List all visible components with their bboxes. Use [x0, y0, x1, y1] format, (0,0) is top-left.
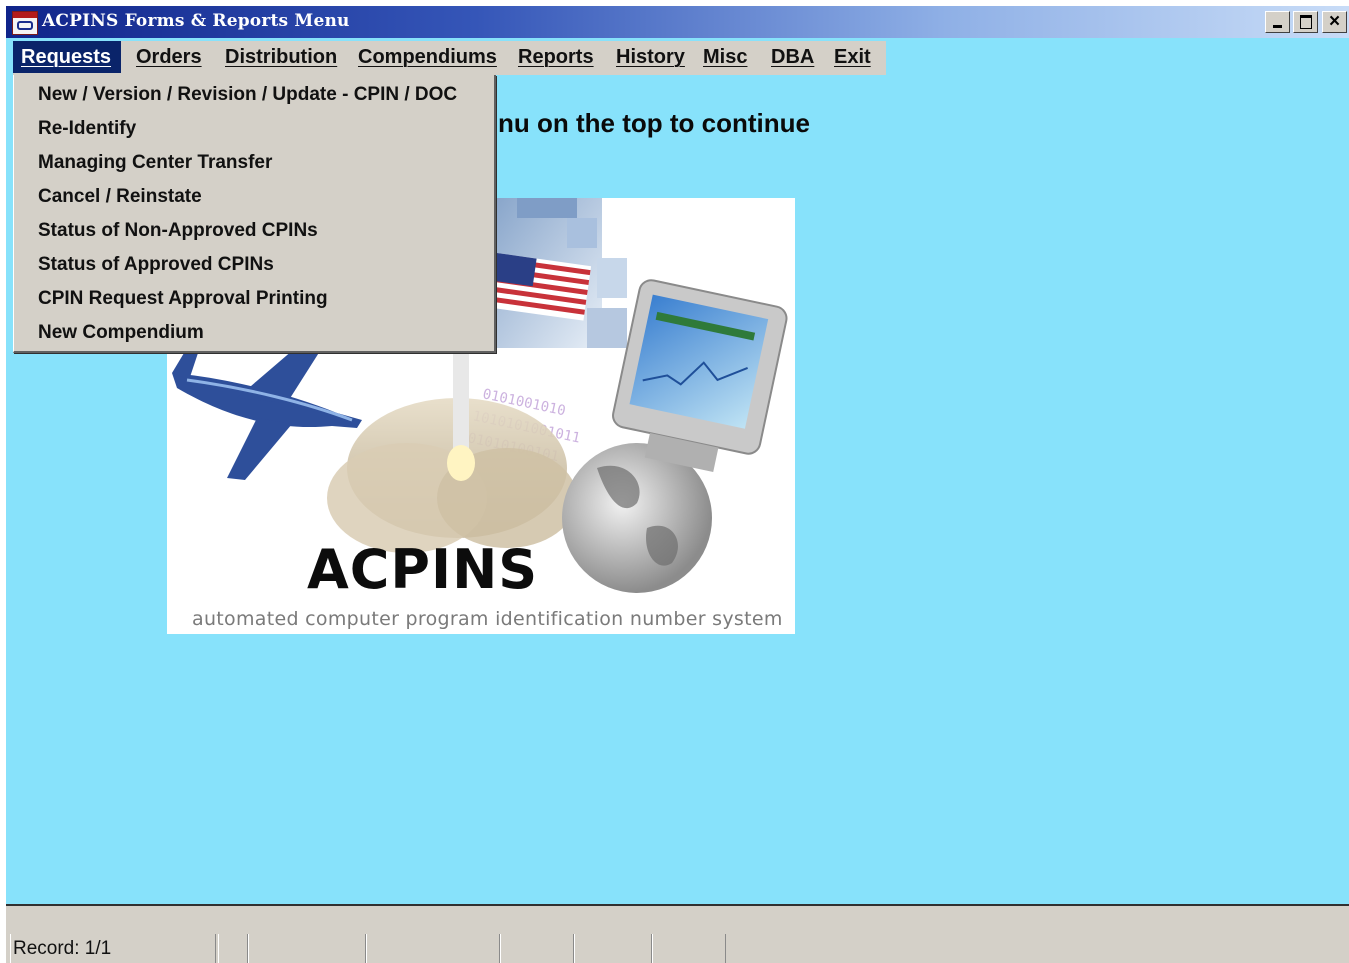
- maximize-button[interactable]: [1293, 11, 1318, 33]
- menu-option-new-compendium[interactable]: New Compendium: [38, 318, 204, 348]
- requests-dropdown-menu: New / Version / Revision / Update - CPIN…: [13, 75, 496, 353]
- status-cell: [574, 934, 652, 963]
- menu-distribution[interactable]: Distribution: [217, 41, 345, 73]
- menu-option-approval-printing[interactable]: CPIN Request Approval Printing: [38, 284, 328, 314]
- status-cell: [218, 934, 248, 963]
- minimize-button[interactable]: [1265, 11, 1290, 33]
- status-record: Record: 1/1: [10, 934, 216, 963]
- menu-requests[interactable]: Requests: [13, 41, 121, 73]
- menu-option-cancel-reinstate[interactable]: Cancel / Reinstate: [38, 182, 202, 212]
- logo-subtitle: automated computer program identificatio…: [192, 608, 783, 630]
- status-cell: [500, 934, 574, 963]
- close-button[interactable]: ×: [1322, 11, 1347, 33]
- status-cell: [366, 934, 500, 963]
- window-titlebar[interactable]: ACPINS Forms & Reports Menu ×: [6, 6, 1349, 38]
- menu-option-re-identify[interactable]: Re-Identify: [38, 114, 136, 144]
- instruction-message: nu on the top to continue: [498, 108, 810, 138]
- status-bar: Record: 1/1: [6, 934, 1349, 963]
- status-cell: [248, 934, 366, 963]
- status-cell: [652, 934, 726, 963]
- menu-option-managing-center-transfer[interactable]: Managing Center Transfer: [38, 148, 272, 178]
- window-title: ACPINS Forms & Reports Menu: [42, 11, 350, 31]
- menu-dba[interactable]: DBA: [763, 41, 822, 73]
- logo-title: ACPINS: [307, 538, 539, 601]
- menu-option-status-approved[interactable]: Status of Approved CPINs: [38, 250, 274, 280]
- menu-orders[interactable]: Orders: [128, 41, 210, 73]
- message-line: [6, 904, 1349, 934]
- menu-option-status-non-approved[interactable]: Status of Non-Approved CPINs: [38, 216, 318, 246]
- menu-misc[interactable]: Misc: [695, 41, 755, 73]
- app-icon[interactable]: [12, 11, 38, 35]
- menu-compendiums[interactable]: Compendiums: [350, 41, 505, 73]
- menu-history[interactable]: History: [608, 41, 693, 73]
- menu-reports[interactable]: Reports: [510, 41, 602, 73]
- menu-bar: Requests Orders Distribution Compendiums…: [13, 41, 886, 75]
- menu-exit[interactable]: Exit: [826, 41, 879, 73]
- close-icon: ×: [1328, 11, 1341, 32]
- menu-option-new-version[interactable]: New / Version / Revision / Update - CPIN…: [38, 80, 457, 110]
